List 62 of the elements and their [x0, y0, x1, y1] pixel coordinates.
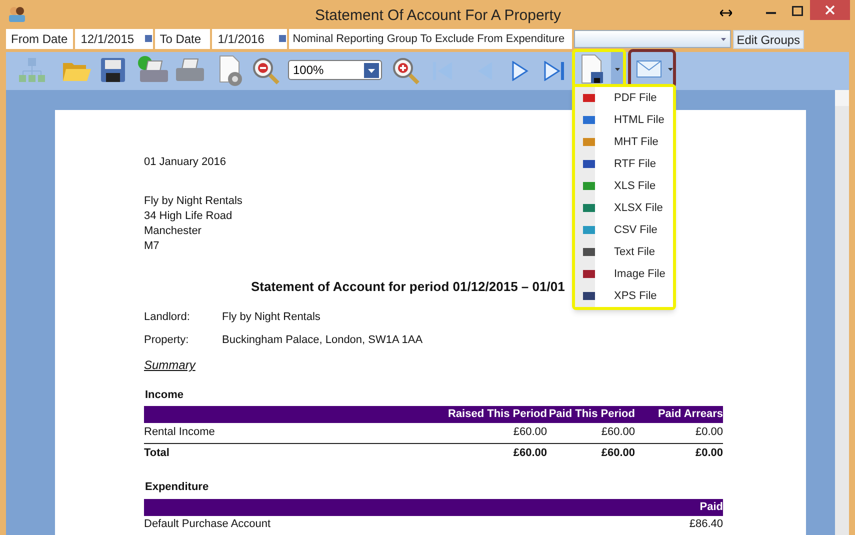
section-heading: Income [145, 388, 185, 402]
table-cell-text: £0.00 [694, 424, 723, 440]
caret-icon [614, 68, 620, 70]
summary-heading: Summary [144, 358, 196, 372]
group-label: Nominal Reporting Group To Exclude From Expenditure [288, 29, 572, 49]
menu-item[interactable]: MHT File [614, 134, 658, 150]
table-cell-text: £86.40 [688, 517, 723, 532]
table-cell-text: £60.00 [600, 446, 635, 462]
table-cell-text: £0.00 [694, 446, 723, 462]
page-settings-icon[interactable] [218, 55, 244, 87]
address-line: Fly by Night Rentals [144, 194, 242, 208]
zoom-dropdown[interactable]: 100% [288, 60, 382, 80]
window-title: Statement Of Account For A Property [315, 6, 561, 26]
column-header: Paid Arrears [656, 407, 723, 422]
detail-value: Buckingham Palace, London, SW1A 1AA [222, 332, 423, 348]
menu-item[interactable]: RTF File [614, 156, 656, 172]
save-icon[interactable] [100, 57, 126, 83]
menu-item[interactable]: XLS File [614, 178, 656, 194]
caret-icon [720, 38, 726, 40]
next-page-icon[interactable] [511, 61, 529, 81]
detail-value: Fly by Night Rentals [222, 310, 320, 325]
last-page-icon[interactable] [544, 61, 566, 81]
menu-item[interactable]: HTML File [614, 112, 664, 128]
caret-icon [668, 68, 673, 70]
scrollbar[interactable] [835, 90, 849, 535]
section-heading: Expenditure [145, 480, 210, 495]
edit-groups-button[interactable]: Edit Groups [732, 30, 804, 48]
minimize-icon[interactable] [766, 12, 776, 15]
menu-item[interactable]: Image File [614, 266, 666, 282]
column-header: Paid This Period [548, 407, 635, 422]
column-header: Raised This Period [447, 407, 547, 422]
to-date-field[interactable]: 1/1/2016 [212, 29, 287, 49]
address-line: M7 [144, 238, 160, 254]
menu-item[interactable]: XLSX File [614, 200, 663, 216]
resize-icon[interactable] [720, 9, 732, 17]
detail-label: Landlord: [144, 310, 191, 325]
to-date-label: To Date [154, 29, 210, 49]
close-button[interactable] [810, 0, 850, 20]
table-cell-text: Total [144, 446, 170, 462]
address-line: Manchester [144, 224, 202, 238]
zoom-out-icon[interactable] [252, 57, 280, 85]
from-date-field[interactable]: 12/1/2015 [74, 29, 153, 49]
column-header: Paid [698, 500, 723, 515]
table-cell-text: £60.00 [512, 446, 547, 462]
close-icon [825, 5, 835, 15]
envelope-icon [636, 60, 662, 78]
menu-item[interactable]: CSV File [614, 222, 658, 238]
table-cell-text: £60.00 [600, 424, 635, 440]
menu-item[interactable]: Text File [614, 244, 655, 260]
app-icon [8, 5, 26, 22]
caret-icon [364, 62, 379, 78]
detail-label: Property: [144, 332, 190, 348]
print-help-icon[interactable] [136, 55, 170, 85]
address-line: 34 High Life Road [144, 208, 232, 224]
letter-date: 01 January 2016 [144, 156, 226, 168]
maximize-icon[interactable] [792, 6, 803, 16]
table-cell-text: Rental Income [144, 424, 216, 440]
statement-heading: Statement of Account for period 01/12/2015 – 01/01 [251, 278, 565, 294]
zoom-in-icon[interactable] [392, 57, 420, 85]
table-cell-text: Default Purchase Account [144, 517, 272, 532]
table-cell-text: £60.00 [512, 424, 547, 440]
from-date-label: From Date [6, 29, 73, 49]
